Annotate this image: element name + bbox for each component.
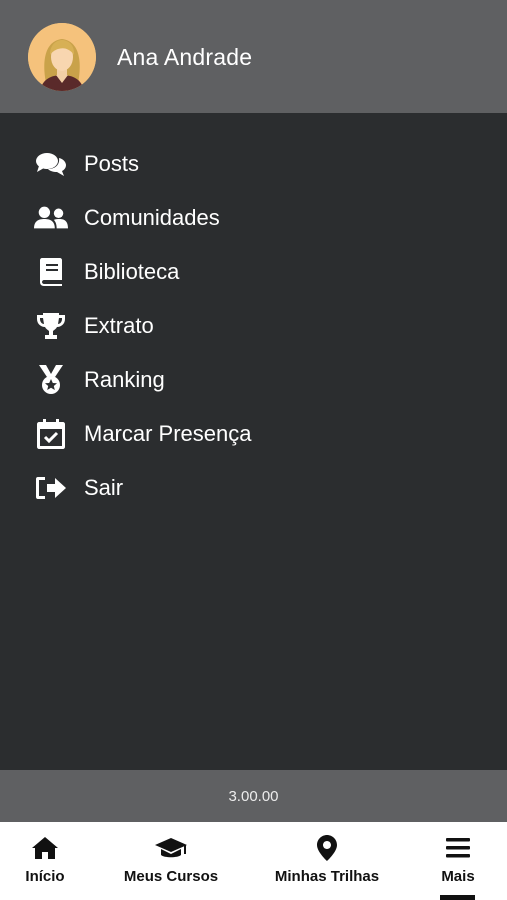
sign-out-icon [34,473,68,503]
app-version: 3.00.00 [228,787,279,805]
comments-icon [34,149,68,179]
menu-icon [446,834,470,862]
users-icon [34,203,68,233]
medal-icon [34,365,68,395]
nav-label: Meus Cursos [123,868,219,885]
book-icon [34,257,68,287]
map-marker-icon [317,834,337,862]
nav-label: Início [25,868,65,885]
menu-item-extrato[interactable]: Extrato [0,299,507,353]
home-icon [31,834,59,862]
nav-item-mais[interactable]: Mais [436,822,480,900]
menu-item-ranking[interactable]: Ranking [0,353,507,407]
graduation-cap-icon [154,834,188,862]
menu-item-sair[interactable]: Sair [0,461,507,515]
menu-item-label: Comunidades [84,205,220,230]
menu-item-label: Ranking [84,367,165,392]
nav-label: Mais [441,868,475,885]
nav-label: Minhas Trilhas [274,868,380,885]
drawer-header: Ana Andrade [0,0,507,113]
menu-item-label: Biblioteca [84,259,180,284]
menu-item-posts[interactable]: Posts [0,137,507,191]
bottom-nav: Início Meus Cursos Minhas Trilhas Mais [0,822,507,900]
user-name: Ana Andrade [117,44,253,70]
nav-item-minhas-trilhas[interactable]: Minhas Trilhas [270,822,384,900]
menu-item-biblioteca[interactable]: Biblioteca [0,245,507,299]
menu-item-comunidades[interactable]: Comunidades [0,191,507,245]
menu-item-label: Sair [84,475,124,500]
drawer-menu: Posts Comunidades Biblioteca Extrato Ran… [0,137,507,515]
version-bar: 3.00.00 [0,770,507,822]
user-avatar[interactable] [28,23,96,91]
active-tab-indicator [440,895,475,900]
menu-item-label: Extrato [84,313,154,338]
menu-item-label: Marcar Presença [84,421,252,446]
menu-item-label: Posts [84,151,140,176]
trophy-icon [34,311,68,341]
calendar-check-icon [34,419,68,449]
nav-item-meus-cursos[interactable]: Meus Cursos [118,822,224,900]
menu-item-marcar-presenca[interactable]: Marcar Presença [0,407,507,461]
nav-item-inicio[interactable]: Início [18,822,72,900]
